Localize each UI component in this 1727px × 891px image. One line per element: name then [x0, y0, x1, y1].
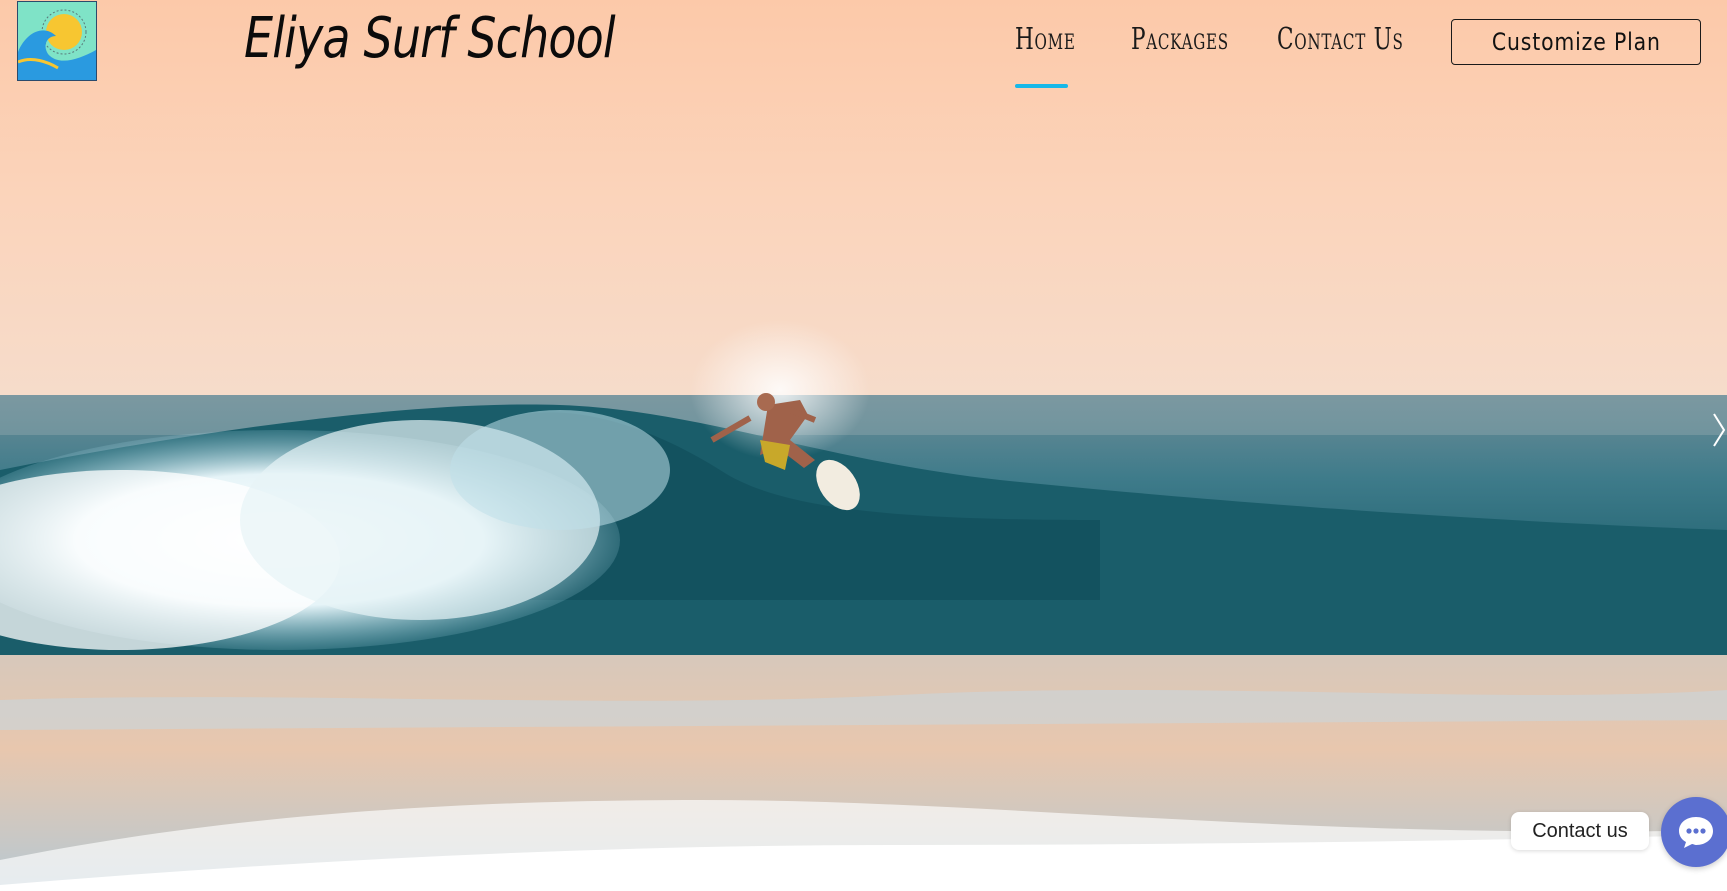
chat-bubble-icon [1679, 817, 1713, 848]
next-slide-arrow-icon[interactable] [1712, 410, 1726, 450]
hero-background-image [0, 0, 1727, 891]
site-title[interactable]: Eliya Surf School [244, 6, 616, 71]
nav-contact-us[interactable]: Contact Us [1277, 22, 1404, 57]
customize-plan-label: Customize Plan [1491, 28, 1661, 56]
contact-us-bubble[interactable]: Contact us [1511, 812, 1649, 850]
nav-packages[interactable]: Packages [1131, 22, 1229, 57]
logo-icon[interactable] [17, 1, 97, 81]
chat-button[interactable] [1661, 797, 1727, 867]
active-nav-indicator [1015, 84, 1068, 88]
nav-home[interactable]: Home [1015, 22, 1076, 57]
customize-plan-button[interactable]: Customize Plan [1451, 19, 1701, 65]
contact-us-label: Contact us [1532, 819, 1628, 842]
